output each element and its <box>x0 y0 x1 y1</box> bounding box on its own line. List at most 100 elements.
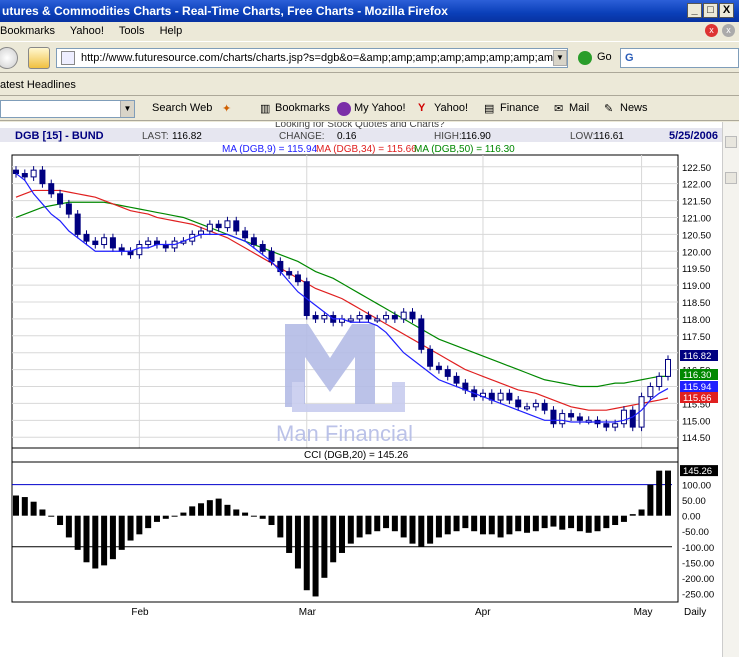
cci-bar <box>303 515 310 591</box>
cci-bar <box>665 470 671 516</box>
price-label-last: 116.82 <box>683 351 711 362</box>
window-title-bar: utures & Commodities Charts - Real-Time … <box>0 0 739 22</box>
menu-help[interactable]: Help <box>160 25 183 37</box>
cci-bar <box>215 498 222 516</box>
finance-button[interactable]: Finance <box>500 102 539 114</box>
yahoo-search-input[interactable]: ▼ <box>0 100 135 118</box>
address-text: http://www.futuresource.com/charts/chart… <box>81 52 568 64</box>
candle-body <box>409 311 416 320</box>
cci-bar <box>559 515 566 530</box>
yahoo-button[interactable]: Yahoo! <box>434 102 468 114</box>
candle-body <box>374 318 381 322</box>
x-axis: Feb Mar Apr May Daily <box>12 601 706 618</box>
candle-body <box>109 237 116 249</box>
cci-bar <box>171 515 178 517</box>
mail-icon: ✉ <box>554 103 564 115</box>
cci-bar <box>409 515 416 544</box>
cci-bar <box>74 515 81 550</box>
search-web-button[interactable]: Search Web <box>152 102 212 114</box>
last-label: LAST: <box>142 131 169 142</box>
cci-bar <box>497 515 504 538</box>
candle-body <box>435 365 442 371</box>
cci-bar <box>13 495 19 516</box>
cci-bar <box>242 512 249 516</box>
bookmarks-toolbar: atest Headlines <box>0 74 739 96</box>
cci-bar <box>57 515 64 526</box>
candle-body <box>286 271 293 276</box>
cci-bar <box>374 515 381 532</box>
chevron-down-icon[interactable]: ▼ <box>120 101 134 117</box>
scroll-up-arrow[interactable] <box>725 136 737 148</box>
candle-body <box>233 220 240 232</box>
menu-bookmarks[interactable]: Bookmarks <box>0 25 55 37</box>
search-input[interactable]: G <box>620 48 739 68</box>
home-icon[interactable] <box>28 47 50 69</box>
ma34-legend: MA (DGB,34) = 115.66 <box>316 144 417 155</box>
price-tick-label: 121.50 <box>682 197 711 208</box>
stop-icon[interactable] <box>0 47 18 69</box>
go-label[interactable]: Go <box>597 51 612 63</box>
candle-body <box>136 244 143 256</box>
candle-body <box>48 183 55 195</box>
close-tab-icon[interactable]: x <box>705 24 718 37</box>
low-value: 116.61 <box>594 131 624 142</box>
cci-bar <box>647 484 654 516</box>
cci-title: CCI (DGB,20) = 145.26 <box>304 450 409 461</box>
cci-bar <box>321 515 328 578</box>
cci-bar <box>189 506 196 516</box>
candle-body <box>312 315 319 320</box>
bookmark-latest-headlines[interactable]: atest Headlines <box>0 79 76 91</box>
candle-body <box>568 413 575 418</box>
cci-bar <box>603 515 610 529</box>
candle-body <box>665 358 671 377</box>
price-labels: 116.82 116.30115.94115.66 <box>680 350 718 404</box>
last-value: 116.82 <box>172 131 202 142</box>
candle-body <box>418 318 425 350</box>
my-yahoo-button[interactable]: My Yahoo! <box>354 102 406 114</box>
price-tick-label: 115.00 <box>682 416 710 427</box>
yahoo-bookmarks-button[interactable]: Bookmarks <box>275 102 330 114</box>
vertical-scrollbar[interactable] <box>722 122 739 657</box>
price-label-ma50: 116.30 <box>683 370 711 381</box>
candle-body <box>215 223 222 229</box>
cci-bar <box>30 501 37 516</box>
price-tick-label: 122.00 <box>682 180 711 191</box>
cci-bar <box>638 509 645 516</box>
price-chart: DGB [15] - BUND LAST: 116.82 CHANGE: 0.1… <box>0 122 722 618</box>
menu-tools[interactable]: Tools <box>119 25 145 37</box>
news-button[interactable]: News <box>620 102 648 114</box>
address-dropdown-icon[interactable]: ▼ <box>553 50 567 66</box>
cci-bar <box>48 515 55 517</box>
close-tab-icon-2[interactable]: x <box>722 24 735 37</box>
candle-body <box>365 315 372 320</box>
yahoo-target-icon[interactable]: ✦ <box>222 102 231 115</box>
price-tick-label: 122.50 <box>682 163 711 174</box>
cci-bar <box>594 515 601 532</box>
menu-yahoo[interactable]: Yahoo! <box>70 25 104 37</box>
candle-body <box>620 409 627 425</box>
candle-body <box>532 402 539 408</box>
candle-body <box>444 369 451 377</box>
address-bar[interactable]: http://www.futuresource.com/charts/chart… <box>56 48 568 68</box>
change-label: CHANGE: <box>279 131 325 142</box>
cci-bar <box>506 515 513 535</box>
x-tick-label: Feb <box>131 607 149 618</box>
cci-bar <box>233 509 240 516</box>
cci-bar <box>532 515 539 532</box>
mail-button[interactable]: Mail <box>569 102 589 114</box>
cci-y-axis: 150.00100.0050.000.00-50.00-100.00-150.0… <box>680 465 718 600</box>
maximize-button[interactable]: □ <box>703 3 718 18</box>
cci-tick-label: -50.00 <box>682 527 709 538</box>
cci-last-label: 145.26 <box>683 466 712 477</box>
cci-bar <box>330 515 337 563</box>
go-icon[interactable] <box>578 51 592 65</box>
cci-tick-label: 50.00 <box>682 496 706 507</box>
cci-bar <box>400 515 407 538</box>
close-button[interactable]: X <box>719 3 734 18</box>
cci-bar <box>365 515 372 535</box>
scroll-thumb[interactable] <box>725 172 737 184</box>
candle-body <box>656 375 663 388</box>
candle-body <box>497 392 504 401</box>
minimize-button[interactable]: _ <box>687 3 702 18</box>
stock-quotes-ad[interactable]: Looking for Stock Quotes and Charts? <box>275 122 445 130</box>
